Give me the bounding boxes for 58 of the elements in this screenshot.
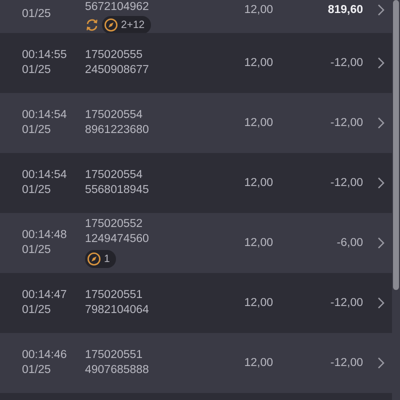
scrollbar-thumb[interactable] (393, 0, 399, 290)
ticket-number: 5672104962 (85, 1, 150, 14)
ticket-number: 8961223680 (85, 124, 150, 137)
ticket-number: 4907685888 (85, 364, 150, 377)
chevron-right-icon[interactable] (377, 237, 385, 249)
time-text: 00:14:46 (22, 349, 68, 362)
order-number: 175020551 (85, 349, 144, 362)
chevron-right-icon[interactable] (377, 57, 385, 69)
bonus-badge: 2+12 (102, 16, 151, 34)
transaction-row[interactable]: 01/25 5672104962 2+12 12,00 819,60 (0, 0, 392, 33)
order-number: 175020551 (85, 289, 144, 302)
stake-amount: 12,00 (243, 296, 273, 310)
compass-icon (87, 252, 101, 266)
refresh-icon (85, 18, 99, 32)
result-amount: -12,00 (329, 116, 363, 130)
time-text: 00:14:47 (22, 289, 68, 302)
date-text: 01/25 (22, 304, 52, 317)
chevron-right-icon[interactable] (377, 117, 385, 129)
date-text: 01/25 (22, 64, 52, 77)
ticket-number: 2450908677 (85, 64, 150, 77)
date-text: 01/25 (22, 184, 52, 197)
bonus-badge: 1 (85, 250, 116, 268)
transaction-row[interactable]: 00:14:48 01/25 175020552 1249474560 1 12,00 -6,00 (0, 213, 392, 273)
result-amount: -12,00 (329, 356, 363, 370)
result-amount: -12,00 (329, 296, 363, 310)
date-text: 01/25 (22, 364, 52, 377)
order-number: 175020554 (85, 169, 144, 182)
stake-amount: 12,00 (243, 356, 273, 370)
time-text: 00:14:48 (22, 229, 68, 242)
compass-icon (104, 18, 118, 32)
time-text: 00:14:54 (22, 109, 68, 122)
ticket-number: 5568018945 (85, 184, 150, 197)
result-amount: 819,60 (326, 3, 363, 17)
date-text: 01/25 (22, 244, 52, 257)
chevron-right-icon[interactable] (377, 177, 385, 189)
ticket-number: 1249474560 (85, 233, 150, 246)
ticket-number: 7982104064 (85, 304, 150, 317)
scrollbar[interactable] (392, 0, 400, 400)
transaction-row[interactable]: 00:14:46 01/25 175020551 4907685888 12,00 -12,00 (0, 333, 392, 393)
transaction-row[interactable]: 00:14:54 01/25 175020554 8961223680 12,00 -12,00 (0, 93, 392, 153)
stake-amount: 12,00 (243, 3, 273, 17)
stake-amount: 12,00 (243, 116, 273, 130)
chevron-right-icon[interactable] (377, 297, 385, 309)
result-amount: -12,00 (329, 56, 363, 70)
stake-amount: 12,00 (243, 176, 273, 190)
stake-amount: 12,00 (243, 236, 273, 250)
result-amount: -12,00 (329, 176, 363, 190)
chevron-right-icon[interactable] (377, 4, 385, 16)
result-amount: -6,00 (336, 236, 363, 250)
order-number: 175020552 (85, 218, 144, 231)
order-number: 175020554 (85, 109, 144, 122)
time-text: 00:14:54 (22, 169, 68, 182)
order-number: 175020555 (85, 49, 144, 62)
time-text: 00:14:55 (22, 49, 68, 62)
date-text: 01/25 (22, 8, 52, 21)
stake-amount: 12,00 (243, 56, 273, 70)
date-text: 01/25 (22, 124, 52, 137)
chevron-right-icon[interactable] (377, 357, 385, 369)
